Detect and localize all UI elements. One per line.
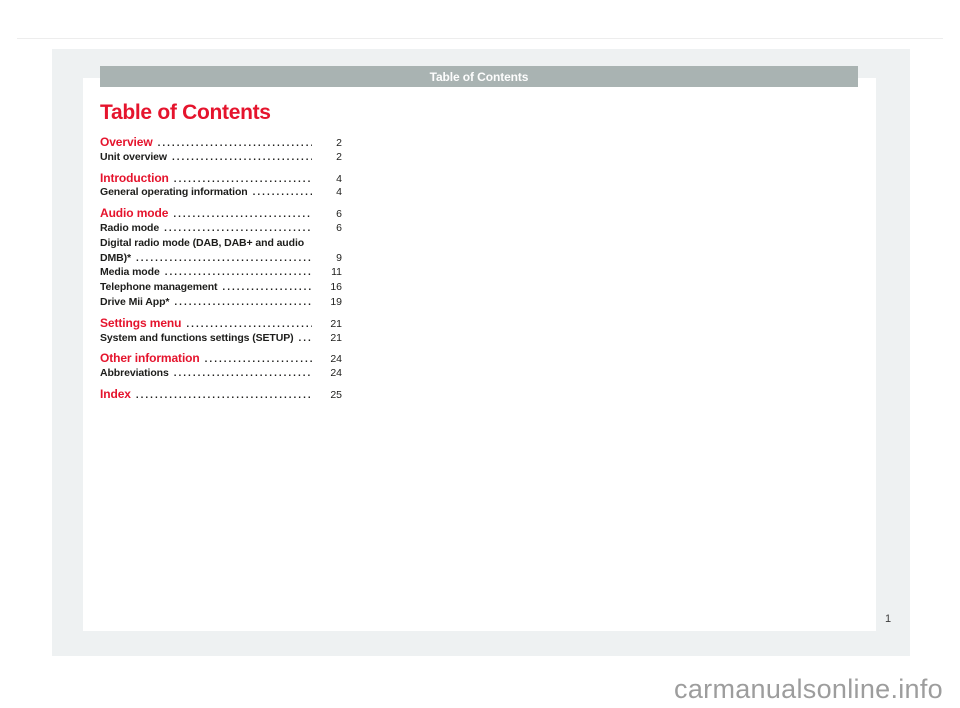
toc-entry-page: 6 [316, 207, 342, 222]
toc-leader-dots: ........................................… [136, 252, 312, 267]
watermark-text: carmanualsonline.info [674, 674, 943, 705]
toc-entry: DMB)* ..................................… [100, 251, 342, 266]
toc-entry-page: 21 [316, 317, 342, 332]
toc-entry-page: 9 [316, 251, 342, 266]
toc-entry-page: 11 [316, 265, 342, 280]
toc-entry: Index ..................................… [100, 387, 342, 402]
sheet-number: 1 [881, 613, 895, 625]
toc-entry-label: General operating information [100, 185, 248, 200]
toc-title: Table of Contents [100, 100, 342, 125]
toc-entry-label: Overview [100, 135, 153, 150]
toc-entry-label: DMB)* [100, 251, 131, 266]
toc-leader-dots: ........................................… [174, 367, 312, 382]
top-divider [17, 38, 943, 39]
toc-entry: Abbreviations ..........................… [100, 366, 342, 381]
toc-entry: Drive Mii App* .........................… [100, 295, 342, 310]
toc-entry-page: 25 [316, 388, 342, 403]
toc-entry-label: System and functions settings (SETUP) [100, 331, 294, 346]
toc-entry-page: 2 [316, 150, 342, 165]
toc-leader-dots: ........................................… [172, 151, 312, 166]
toc-entry-label: Media mode [100, 265, 160, 280]
toc-entry: Digital radio mode (DAB, DAB+ and audio … [100, 236, 342, 251]
toc-leader-dots: ........................................… [205, 353, 312, 368]
toc-entry-label: Index [100, 387, 131, 402]
toc-leader-dots: ........................................… [299, 332, 313, 347]
toc-entry-page: 4 [316, 185, 342, 200]
toc-entry-page: 16 [316, 280, 342, 295]
toc-leader-dots: ........................................… [173, 208, 312, 223]
toc-entry-page: 24 [316, 366, 342, 381]
toc-entry: System and functions settings (SETUP) ..… [100, 331, 342, 346]
toc-leader-dots: ........................................… [253, 186, 312, 201]
toc-entry-page: 19 [316, 295, 342, 310]
toc-entry-label: Digital radio mode (DAB, DAB+ and audio [100, 236, 304, 251]
toc-entry-page: 4 [316, 172, 342, 187]
toc-entry: Introduction ...........................… [100, 171, 342, 186]
toc-entry: Telephone management ...................… [100, 280, 342, 295]
toc-entry-label: Unit overview [100, 150, 167, 165]
toc-entry: Overview ...............................… [100, 135, 342, 150]
toc-entry: Media mode .............................… [100, 265, 342, 280]
toc-entry-label: Audio mode [100, 206, 168, 221]
page-content: Table of Contents Overview .............… [100, 100, 342, 402]
toc-entry-label: Other information [100, 351, 200, 366]
toc-entry-label: Settings menu [100, 316, 181, 331]
toc-entry: Other information ......................… [100, 351, 342, 366]
page-header-bar: Table of Contents [100, 66, 858, 87]
toc-list: Overview ...............................… [100, 135, 342, 402]
toc-entry-label: Abbreviations [100, 366, 169, 381]
toc-entry-label: Introduction [100, 171, 169, 186]
toc-entry-page: 24 [316, 352, 342, 367]
toc-entry: Radio mode .............................… [100, 221, 342, 236]
toc-leader-dots: ........................................… [136, 389, 312, 404]
toc-leader-dots: ........................................… [164, 222, 312, 237]
toc-leader-dots: ........................................… [165, 266, 312, 281]
toc-entry: General operating information ..........… [100, 185, 342, 200]
toc-entry-label: Telephone management [100, 280, 217, 295]
toc-leader-dots: ........................................… [158, 137, 312, 152]
toc-entry-label: Drive Mii App* [100, 295, 169, 310]
toc-leader-dots: ........................................… [222, 281, 312, 296]
page-header-title: Table of Contents [430, 70, 529, 84]
toc-entry-page: 2 [316, 136, 342, 151]
toc-entry-page: 6 [316, 221, 342, 236]
toc-entry-label: Radio mode [100, 221, 159, 236]
toc-leader-dots: ........................................… [174, 296, 312, 311]
toc-entry: Audio mode .............................… [100, 206, 342, 221]
toc-entry: Unit overview ..........................… [100, 150, 342, 165]
toc-entry-page: 21 [316, 331, 342, 346]
toc-entry: Settings menu ..........................… [100, 316, 342, 331]
